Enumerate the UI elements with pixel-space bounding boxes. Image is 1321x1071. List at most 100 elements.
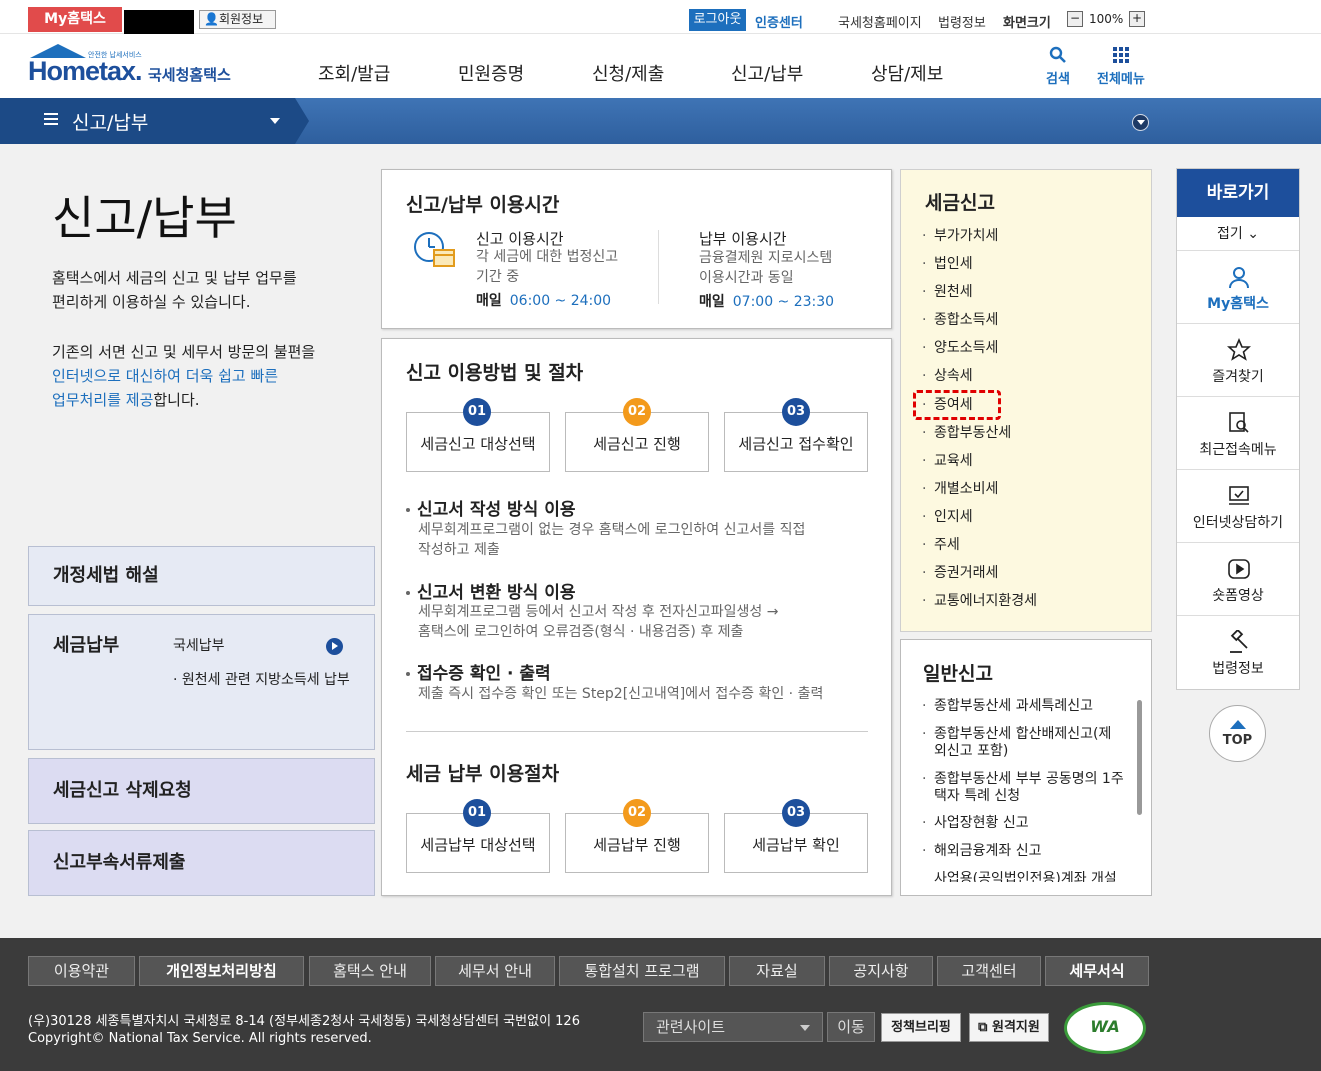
quick-menu-title: 바로가기 <box>1177 169 1299 217</box>
gnb-menu-certificate[interactable]: 민원증명 <box>458 60 524 86</box>
hometax-logo[interactable]: 안전한 납세서비스 Hometax. 국세청홈택스 <box>28 44 248 90</box>
tax-report-item[interactable]: 원천세 <box>922 284 973 301</box>
gnb-menu-application[interactable]: 신청/제출 <box>592 60 664 86</box>
desc-line: 금융결제원 지로시스템 <box>699 250 833 266</box>
lnb-title: 신고/납부 <box>72 112 149 134</box>
footer-terms[interactable]: 이용약관 <box>28 956 135 986</box>
logo-brand-ko: 국세청홈택스 <box>148 66 231 84</box>
chevron-down-icon: ⌄ <box>1247 226 1259 242</box>
tax-report-item[interactable]: 상속세 <box>922 368 973 385</box>
quick-label: 숏폼영상 <box>1212 588 1264 604</box>
tax-report-item[interactable]: 양도소득세 <box>922 340 998 357</box>
item-line: 외신고 포함) <box>934 743 1009 759</box>
pay-hours-desc: 금융결제원 지로시스템 이용시간과 동일 <box>699 248 832 288</box>
move-button[interactable]: 이동 <box>827 1012 875 1042</box>
cert-center-link[interactable]: 인증센터 <box>755 12 803 31</box>
pay-hours-time: 매일 07:00 ~ 23:30 <box>699 291 834 311</box>
remote-support-button[interactable]: ⧉ 원격지원 <box>969 1013 1049 1042</box>
step-number: 01 <box>463 398 491 426</box>
policy-briefing-button[interactable]: 정책브리핑 <box>881 1013 961 1042</box>
report-hours-heading: 신고 이용시간 <box>476 230 564 248</box>
hamburger-icon <box>44 113 58 125</box>
gnb-menu-report-pay[interactable]: 신고/납부 <box>731 60 803 86</box>
tax-report-item[interactable]: 교육세 <box>922 453 973 470</box>
footer-hometax-guide[interactable]: 홈택스 안내 <box>309 956 431 986</box>
step-number: 02 <box>623 799 651 827</box>
law-info-link[interactable]: 법령정보 <box>938 12 986 31</box>
tax-report-item[interactable]: 법인세 <box>922 256 973 273</box>
my-hometax-tab[interactable]: My홈택스 <box>28 7 122 32</box>
footer-office-guide[interactable]: 세무서 안내 <box>435 956 555 986</box>
intro-desc-2: 기존의 서면 신고 및 세무서 방문의 불편을 인터넷으로 대신하여 더욱 쉽고… <box>52 340 315 412</box>
search-button[interactable]: 검색 <box>1046 46 1070 87</box>
general-report-item[interactable]: 사업장현황 신고 <box>922 815 1029 832</box>
step-number: 03 <box>782 799 810 827</box>
user-info-button[interactable]: 👤회원정보 <box>199 10 276 29</box>
tax-report-item[interactable]: 주세 <box>922 537 960 554</box>
tax-report-item[interactable]: 증권거래세 <box>922 565 998 582</box>
zoom-out-button[interactable]: − <box>1067 11 1083 27</box>
quick-online-consult[interactable]: 인터넷상담하기 <box>1177 470 1299 543</box>
tax-payment-title: 세금납부 <box>53 635 120 656</box>
caret-down-icon <box>270 118 280 124</box>
general-report-item[interactable]: 종합부동산세 합산배제신고(제외신고 포함) <box>922 726 1111 760</box>
footer-privacy[interactable]: 개인정보처리방침 <box>139 956 304 986</box>
tax-report-item[interactable]: 인지세 <box>922 509 973 526</box>
intro-line: 편리하게 이용하실 수 있습니다. <box>52 293 251 311</box>
tax-report-item[interactable]: 교통에너지환경세 <box>922 593 1037 610</box>
intro-line: 홈택스에서 세금의 신고 및 납부 업무를 <box>52 269 297 287</box>
method-convert-desc: 세무회계프로그램 등에서 신고서 작성 후 전자신고파일생성 → 홈택스에 로그인… <box>418 602 778 642</box>
document-search-icon <box>1229 412 1249 433</box>
tax-report-item[interactable]: 부가가치세 <box>922 228 998 245</box>
clock-calendar-icon <box>414 232 455 267</box>
method-convert-heading: 신고서 변환 방식 이용 <box>406 578 576 603</box>
footer-install-program[interactable]: 통합설치 프로그램 <box>559 956 725 986</box>
desc-line: 각 세금에 대한 법정신고 <box>476 249 619 265</box>
star-icon <box>1227 338 1251 361</box>
footer-address: (우)30128 세종특별자치시 국세청로 8-14 (정부세종2청사 국세청동… <box>28 1013 580 1047</box>
footer-tax-forms[interactable]: 세무서식 <box>1045 956 1149 986</box>
desc-line: 세무회계프로그램이 없는 경우 홈택스에 로그인하여 신고서를 직접 <box>418 522 806 538</box>
nts-homepage-link[interactable]: 국세청홈페이지 <box>838 12 922 31</box>
general-report-item[interactable]: 종합부동산세 과세특례신고 <box>922 698 1093 715</box>
footer-customer-center[interactable]: 고객센터 <box>937 956 1041 986</box>
quick-favorites[interactable]: 즐겨찾기 <box>1177 324 1299 397</box>
general-report-item[interactable]: 종합부동산세 부부 공동명의 1주택자 특례 신청 <box>922 771 1124 805</box>
all-menu-button[interactable]: 전체메뉴 <box>1097 46 1145 87</box>
lnb-current-menu[interactable]: 신고/납부 <box>0 98 295 144</box>
arrow-right-icon[interactable] <box>326 638 343 655</box>
delete-request-button[interactable]: 세금신고 삭제요청 <box>28 758 375 824</box>
quick-my-hometax[interactable]: My홈택스 <box>1177 251 1299 324</box>
quick-menu: 바로가기 접기 ⌄ My홈택스 즐겨찾기 최근접속메뉴 인터넷상담하기 숏폼영상… <box>1176 168 1300 690</box>
national-tax-payment-link[interactable]: 국세납부 <box>173 635 225 655</box>
scrollbar[interactable] <box>1137 700 1142 815</box>
divider <box>658 230 659 304</box>
general-report-item[interactable]: 해외금융계좌 신고 <box>922 843 1041 860</box>
gnb-menu-consult[interactable]: 상담/제보 <box>871 60 943 86</box>
zoom-in-button[interactable]: + <box>1129 11 1145 27</box>
related-site-select[interactable]: 관련사이트 <box>643 1012 823 1042</box>
gnb-menu-inquiry[interactable]: 조회/발급 <box>318 60 390 86</box>
quick-recent-menu[interactable]: 최근접속메뉴 <box>1177 397 1299 470</box>
chevron-down-icon[interactable] <box>1132 114 1149 131</box>
quick-fold-button[interactable]: 접기 ⌄ <box>1177 217 1299 251</box>
time-range: 06:00 ~ 24:00 <box>509 293 612 309</box>
general-report-item[interactable]: 사업용(공익법인전용)계좌 개설 <box>934 871 1117 882</box>
desc-line: 작성하고 제출 <box>418 542 500 558</box>
quick-law-info[interactable]: 법령정보 <box>1177 616 1299 689</box>
tax-report-title: 세금신고 <box>925 192 995 214</box>
revision-tax-law-button[interactable]: 개정세법 해설 <box>28 546 375 606</box>
intro-line-highlight: 업무처리를 제공 <box>52 391 154 409</box>
tax-report-item[interactable]: 종합소득세 <box>922 312 998 329</box>
tax-report-item[interactable]: 종합부동산세 <box>922 425 1011 442</box>
attach-doc-submit-button[interactable]: 신고부속서류제출 <box>28 830 375 896</box>
general-report-title: 일반신고 <box>923 663 993 685</box>
quick-shortform-video[interactable]: 숏폼영상 <box>1177 543 1299 616</box>
footer-notices[interactable]: 공지사항 <box>829 956 933 986</box>
search-label: 검색 <box>1046 72 1070 87</box>
local-income-tax-link[interactable]: · 원천세 관련 지방소득세 납부 <box>173 669 350 689</box>
logout-button[interactable]: 로그아웃 <box>689 9 746 31</box>
scroll-top-button[interactable]: TOP <box>1209 705 1266 762</box>
footer-data-room[interactable]: 자료실 <box>729 956 825 986</box>
tax-report-item[interactable]: 개별소비세 <box>922 481 998 498</box>
